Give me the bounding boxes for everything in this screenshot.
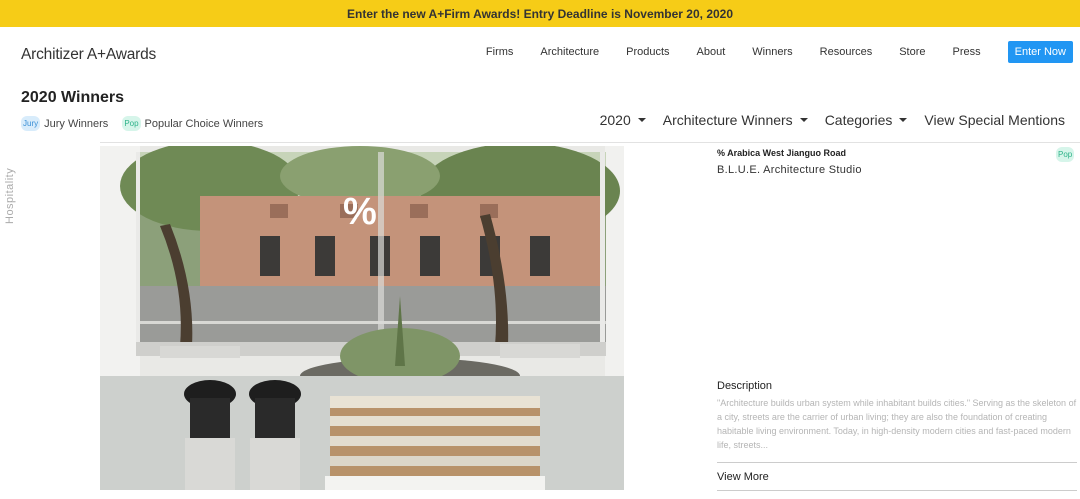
view-more-divider (717, 490, 1077, 491)
project-photo[interactable]: % (100, 146, 624, 490)
nav-links: Firms Architecture Products About Winner… (459, 41, 1073, 63)
caret-down-icon (899, 118, 908, 122)
special-mentions-link[interactable]: View Special Mentions (924, 112, 1065, 128)
nav-link-architecture[interactable]: Architecture (540, 46, 599, 58)
firm-name[interactable]: B.L.U.E. Architecture Studio (717, 164, 862, 176)
categories-dropdown[interactable]: Categories (825, 112, 908, 128)
jury-badge: Jury (21, 116, 41, 131)
description-text: "Architecture builds urban system while … (717, 398, 1077, 450)
percent-sign-logo: % (343, 191, 377, 233)
description-divider (717, 462, 1077, 463)
nav-link-press[interactable]: Press (953, 46, 981, 58)
legend-jury: Jury Jury Winners (21, 116, 108, 131)
jury-label: Jury Winners (44, 117, 109, 130)
nav-link-firms[interactable]: Firms (486, 46, 514, 58)
legend-pop: Pop Popular Choice Winners (122, 116, 263, 131)
winner-type-dropdown[interactable]: Architecture Winners (663, 112, 808, 128)
nav-link-resources[interactable]: Resources (820, 46, 873, 58)
nav-link-products[interactable]: Products (626, 46, 669, 58)
filter-bar: 2020 Architecture Winners Categories Vie… (583, 112, 1065, 128)
banner-text[interactable]: Enter the new A+Firm Awards! Entry Deadl… (347, 7, 733, 21)
caret-down-icon (799, 118, 808, 122)
top-navigation: Architizer A+Awards Firms Architecture P… (0, 27, 1080, 79)
caret-down-icon (637, 118, 646, 122)
pop-label: Popular Choice Winners (144, 117, 264, 130)
nav-link-about[interactable]: About (697, 46, 726, 58)
cafe-storefront-image: % (100, 146, 624, 490)
header-divider (100, 142, 1080, 143)
special-mentions-label: View Special Mentions (924, 112, 1065, 128)
project-pop-badge: Pop (1056, 147, 1075, 162)
year-dropdown[interactable]: 2020 (600, 112, 646, 128)
side-category-label: Hospitality (4, 167, 16, 224)
pop-badge: Pop (122, 116, 141, 131)
page-title: 2020 Winners (21, 89, 125, 106)
project-name[interactable]: % Arabica West Jianguo Road (717, 148, 846, 158)
winner-legend: Jury Jury Winners Pop Popular Choice Win… (21, 116, 277, 131)
winner-type-dropdown-label: Architecture Winners (662, 112, 793, 128)
announcement-banner[interactable]: Enter the new A+Firm Awards! Entry Deadl… (0, 0, 1080, 27)
categories-dropdown-label: Categories (824, 112, 893, 128)
description-title: Description (717, 380, 773, 392)
year-dropdown-label: 2020 (599, 112, 631, 128)
nav-link-store[interactable]: Store (899, 46, 925, 58)
view-more-link[interactable]: View More (717, 471, 769, 483)
enter-now-button[interactable]: Enter Now (1007, 41, 1073, 63)
nav-link-winners[interactable]: Winners (752, 46, 792, 58)
site-logo[interactable]: Architizer A+Awards (21, 46, 156, 64)
